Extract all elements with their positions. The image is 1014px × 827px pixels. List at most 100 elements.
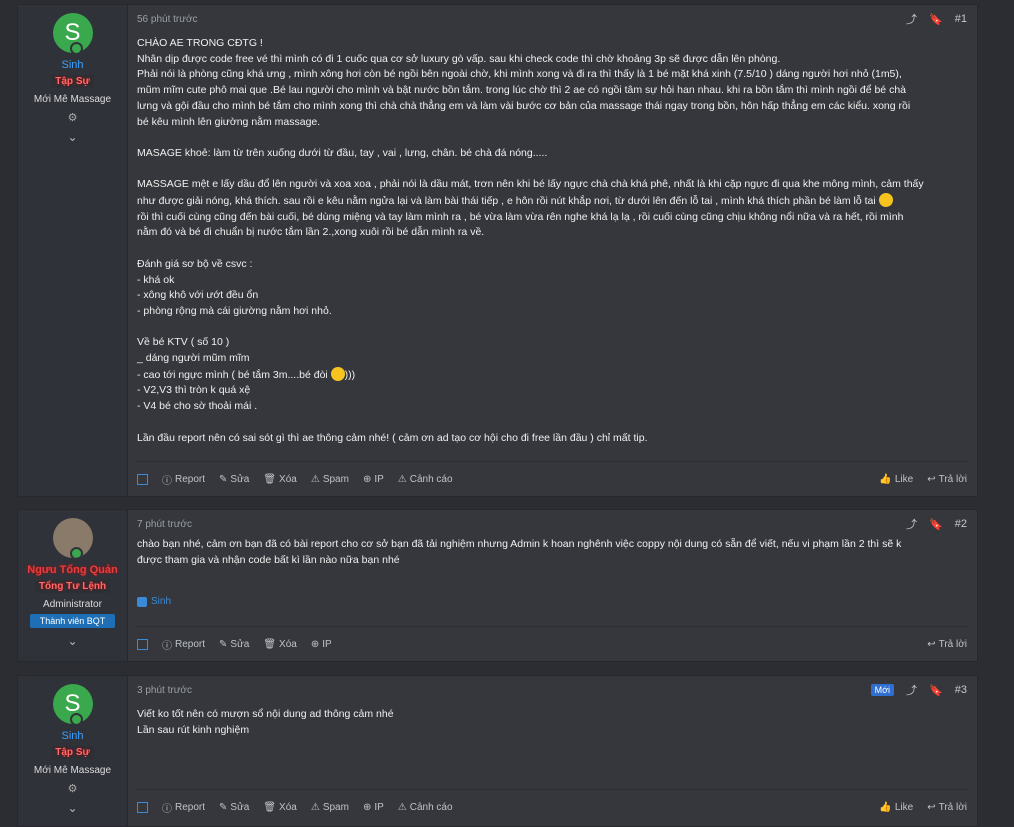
post-body: CHÀO AE TRONG CĐTG ! Nhân dịp được code … bbox=[137, 37, 924, 444]
username[interactable]: Ngưu Tổng Quản bbox=[27, 564, 117, 576]
username[interactable]: Sinh bbox=[61, 730, 83, 742]
trash-icon: 🗑 bbox=[263, 801, 277, 813]
user-cell: Ngưu Tổng Quản Tổng Tư Lệnh Administrato… bbox=[18, 510, 128, 661]
share-icon[interactable]: ⤴ bbox=[906, 11, 917, 27]
post-number[interactable]: #1 bbox=[955, 13, 967, 25]
thumbs-up-icon: 👍 bbox=[879, 801, 892, 813]
warn-button[interactable]: ⚠ Cảnh cáo bbox=[398, 802, 453, 813]
post-actions: ⓘ Report ✎ Sửa 🗑 Xóa ⊕ IP ↩ Trả lời bbox=[137, 626, 967, 661]
avatar[interactable]: S bbox=[52, 13, 93, 55]
post-body: Viết ko tốt nên có mượn sổ nội dung ad t… bbox=[137, 708, 394, 736]
reply-icon: ↩ bbox=[927, 473, 936, 485]
spam-button[interactable]: ⚠ Spam bbox=[311, 474, 349, 485]
globe-icon: ⊕ bbox=[362, 473, 372, 485]
delete-button[interactable]: 🗑 Xóa bbox=[263, 474, 297, 485]
select-checkbox[interactable] bbox=[137, 801, 148, 813]
warn-button[interactable]: ⚠ Cảnh cáo bbox=[398, 474, 453, 485]
ip-button[interactable]: ⊕ IP bbox=[363, 474, 384, 485]
trash-icon: 🗑 bbox=[263, 638, 277, 650]
post-content: 3 phút trước Mới ⤴ 🔖 #3 Viết ko tốt nên … bbox=[128, 676, 977, 826]
info-icon: ⓘ bbox=[162, 640, 172, 652]
delete-button[interactable]: 🗑 Xóa bbox=[263, 639, 297, 650]
chevron-down-icon[interactable]: ⌄ bbox=[67, 634, 77, 648]
reply-icon: ↩ bbox=[927, 801, 936, 813]
user-settings-icon[interactable]: ⚙ bbox=[68, 111, 78, 124]
globe-icon: ⊕ bbox=[310, 638, 320, 650]
reaction-summary[interactable]: Sinh bbox=[137, 596, 967, 607]
online-indicator bbox=[69, 713, 83, 726]
edit-icon: ✎ bbox=[219, 801, 228, 813]
user-rank: Tập Sự bbox=[51, 746, 94, 759]
reply-button[interactable]: ↩ Trả lời bbox=[927, 802, 967, 813]
post-number[interactable]: #2 bbox=[955, 518, 967, 530]
edit-icon: ✎ bbox=[219, 638, 228, 650]
new-badge: Mới bbox=[870, 684, 895, 696]
bookmark-icon[interactable]: 🔖 bbox=[929, 518, 943, 531]
thumbs-up-icon: 👍 bbox=[879, 473, 892, 485]
smile-emoji-icon bbox=[330, 366, 345, 381]
post-time[interactable]: 3 phút trước bbox=[137, 685, 192, 696]
edit-icon: ✎ bbox=[219, 473, 228, 485]
user-title: Mới Mê Massage bbox=[33, 94, 112, 105]
user-rank: Tập Sự bbox=[51, 75, 94, 88]
post-content: 7 phút trước ⤴ 🔖 #2 chào bạn nhé, cảm ơn… bbox=[128, 510, 977, 661]
post-meta: 7 phút trước ⤴ 🔖 #2 bbox=[137, 513, 967, 535]
post-meta: 56 phút trước ⤴ 🔖 #1 bbox=[137, 8, 967, 30]
user-rank: Tổng Tư Lệnh bbox=[34, 580, 111, 593]
post-actions: ⓘ Report ✎ Sửa 🗑 Xóa ⚠ Spam ⊕ IP ⚠ Cảnh cáo 👍 L… bbox=[137, 461, 967, 496]
user-cell: S Sinh Tập Sự Mới Mê Massage ⚙ ⌄ bbox=[18, 5, 128, 496]
post-time[interactable]: 56 phút trước bbox=[137, 14, 198, 25]
warning-icon: ⚠ bbox=[310, 801, 320, 813]
edit-button[interactable]: ✎ Sửa bbox=[219, 474, 249, 485]
reply-button[interactable]: ↩ Trả lời bbox=[927, 474, 967, 485]
ip-button[interactable]: ⊕ IP bbox=[363, 802, 384, 813]
delete-button[interactable]: 🗑 Xóa bbox=[263, 802, 297, 813]
bookmark-icon[interactable]: 🔖 bbox=[929, 684, 943, 697]
post-time[interactable]: 7 phút trước bbox=[137, 519, 192, 530]
avatar[interactable]: S bbox=[52, 684, 93, 726]
info-icon: ⓘ bbox=[162, 803, 172, 815]
username[interactable]: Sinh bbox=[61, 59, 83, 71]
edit-button[interactable]: ✎ Sửa bbox=[219, 639, 249, 650]
post-2: Ngưu Tổng Quản Tổng Tư Lệnh Administrato… bbox=[17, 509, 978, 662]
share-icon[interactable]: ⤴ bbox=[906, 682, 917, 698]
report-button[interactable]: ⓘ Report bbox=[162, 637, 205, 652]
warning-icon: ⚠ bbox=[310, 473, 320, 485]
avatar[interactable] bbox=[52, 518, 93, 558]
smile-emoji-icon bbox=[878, 193, 893, 208]
edit-button[interactable]: ✎ Sửa bbox=[219, 802, 249, 813]
staff-badge: Thành viên BQT bbox=[29, 614, 116, 628]
warning-icon: ⚠ bbox=[397, 801, 407, 813]
bookmark-icon[interactable]: 🔖 bbox=[929, 13, 943, 26]
post-meta: 3 phút trước Mới ⤴ 🔖 #3 bbox=[137, 679, 967, 701]
post-body: chào bạn nhé, cảm ơn bạn đã có bài repor… bbox=[137, 538, 902, 566]
select-checkbox[interactable] bbox=[137, 638, 148, 650]
spam-button[interactable]: ⚠ Spam bbox=[311, 802, 349, 813]
chevron-down-icon[interactable]: ⌄ bbox=[67, 130, 77, 144]
trash-icon: 🗑 bbox=[263, 473, 277, 485]
reply-icon: ↩ bbox=[927, 638, 936, 650]
user-cell: S Sinh Tập Sự Mới Mê Massage ⚙ ⌄ bbox=[18, 676, 128, 826]
select-checkbox[interactable] bbox=[137, 473, 148, 485]
post-number[interactable]: #3 bbox=[955, 684, 967, 696]
like-button[interactable]: 👍 Like bbox=[879, 802, 913, 813]
post-1: S Sinh Tập Sự Mới Mê Massage ⚙ ⌄ 56 phút… bbox=[17, 4, 978, 497]
post-3: S Sinh Tập Sự Mới Mê Massage ⚙ ⌄ 3 phút … bbox=[17, 675, 978, 827]
like-reaction-icon bbox=[137, 596, 147, 607]
ip-button[interactable]: ⊕ IP bbox=[311, 639, 332, 650]
report-button[interactable]: ⓘ Report bbox=[162, 472, 205, 487]
info-icon: ⓘ bbox=[162, 475, 172, 487]
globe-icon: ⊕ bbox=[362, 801, 372, 813]
chevron-down-icon[interactable]: ⌄ bbox=[67, 801, 77, 815]
reply-button[interactable]: ↩ Trả lời bbox=[927, 639, 967, 650]
post-content: 56 phút trước ⤴ 🔖 #1 CHÀO AE TRONG CĐTG … bbox=[128, 5, 977, 496]
online-indicator bbox=[69, 42, 83, 55]
share-icon[interactable]: ⤴ bbox=[906, 516, 917, 532]
report-button[interactable]: ⓘ Report bbox=[162, 800, 205, 815]
like-button[interactable]: 👍 Like bbox=[879, 474, 913, 485]
post-actions: ⓘ Report ✎ Sửa 🗑 Xóa ⚠ Spam ⊕ IP ⚠ Cảnh cáo 👍 L… bbox=[137, 789, 967, 824]
user-title: Administrator bbox=[43, 599, 102, 610]
user-settings-icon[interactable]: ⚙ bbox=[68, 782, 78, 795]
user-title: Mới Mê Massage bbox=[33, 765, 112, 776]
warning-icon: ⚠ bbox=[397, 473, 407, 485]
